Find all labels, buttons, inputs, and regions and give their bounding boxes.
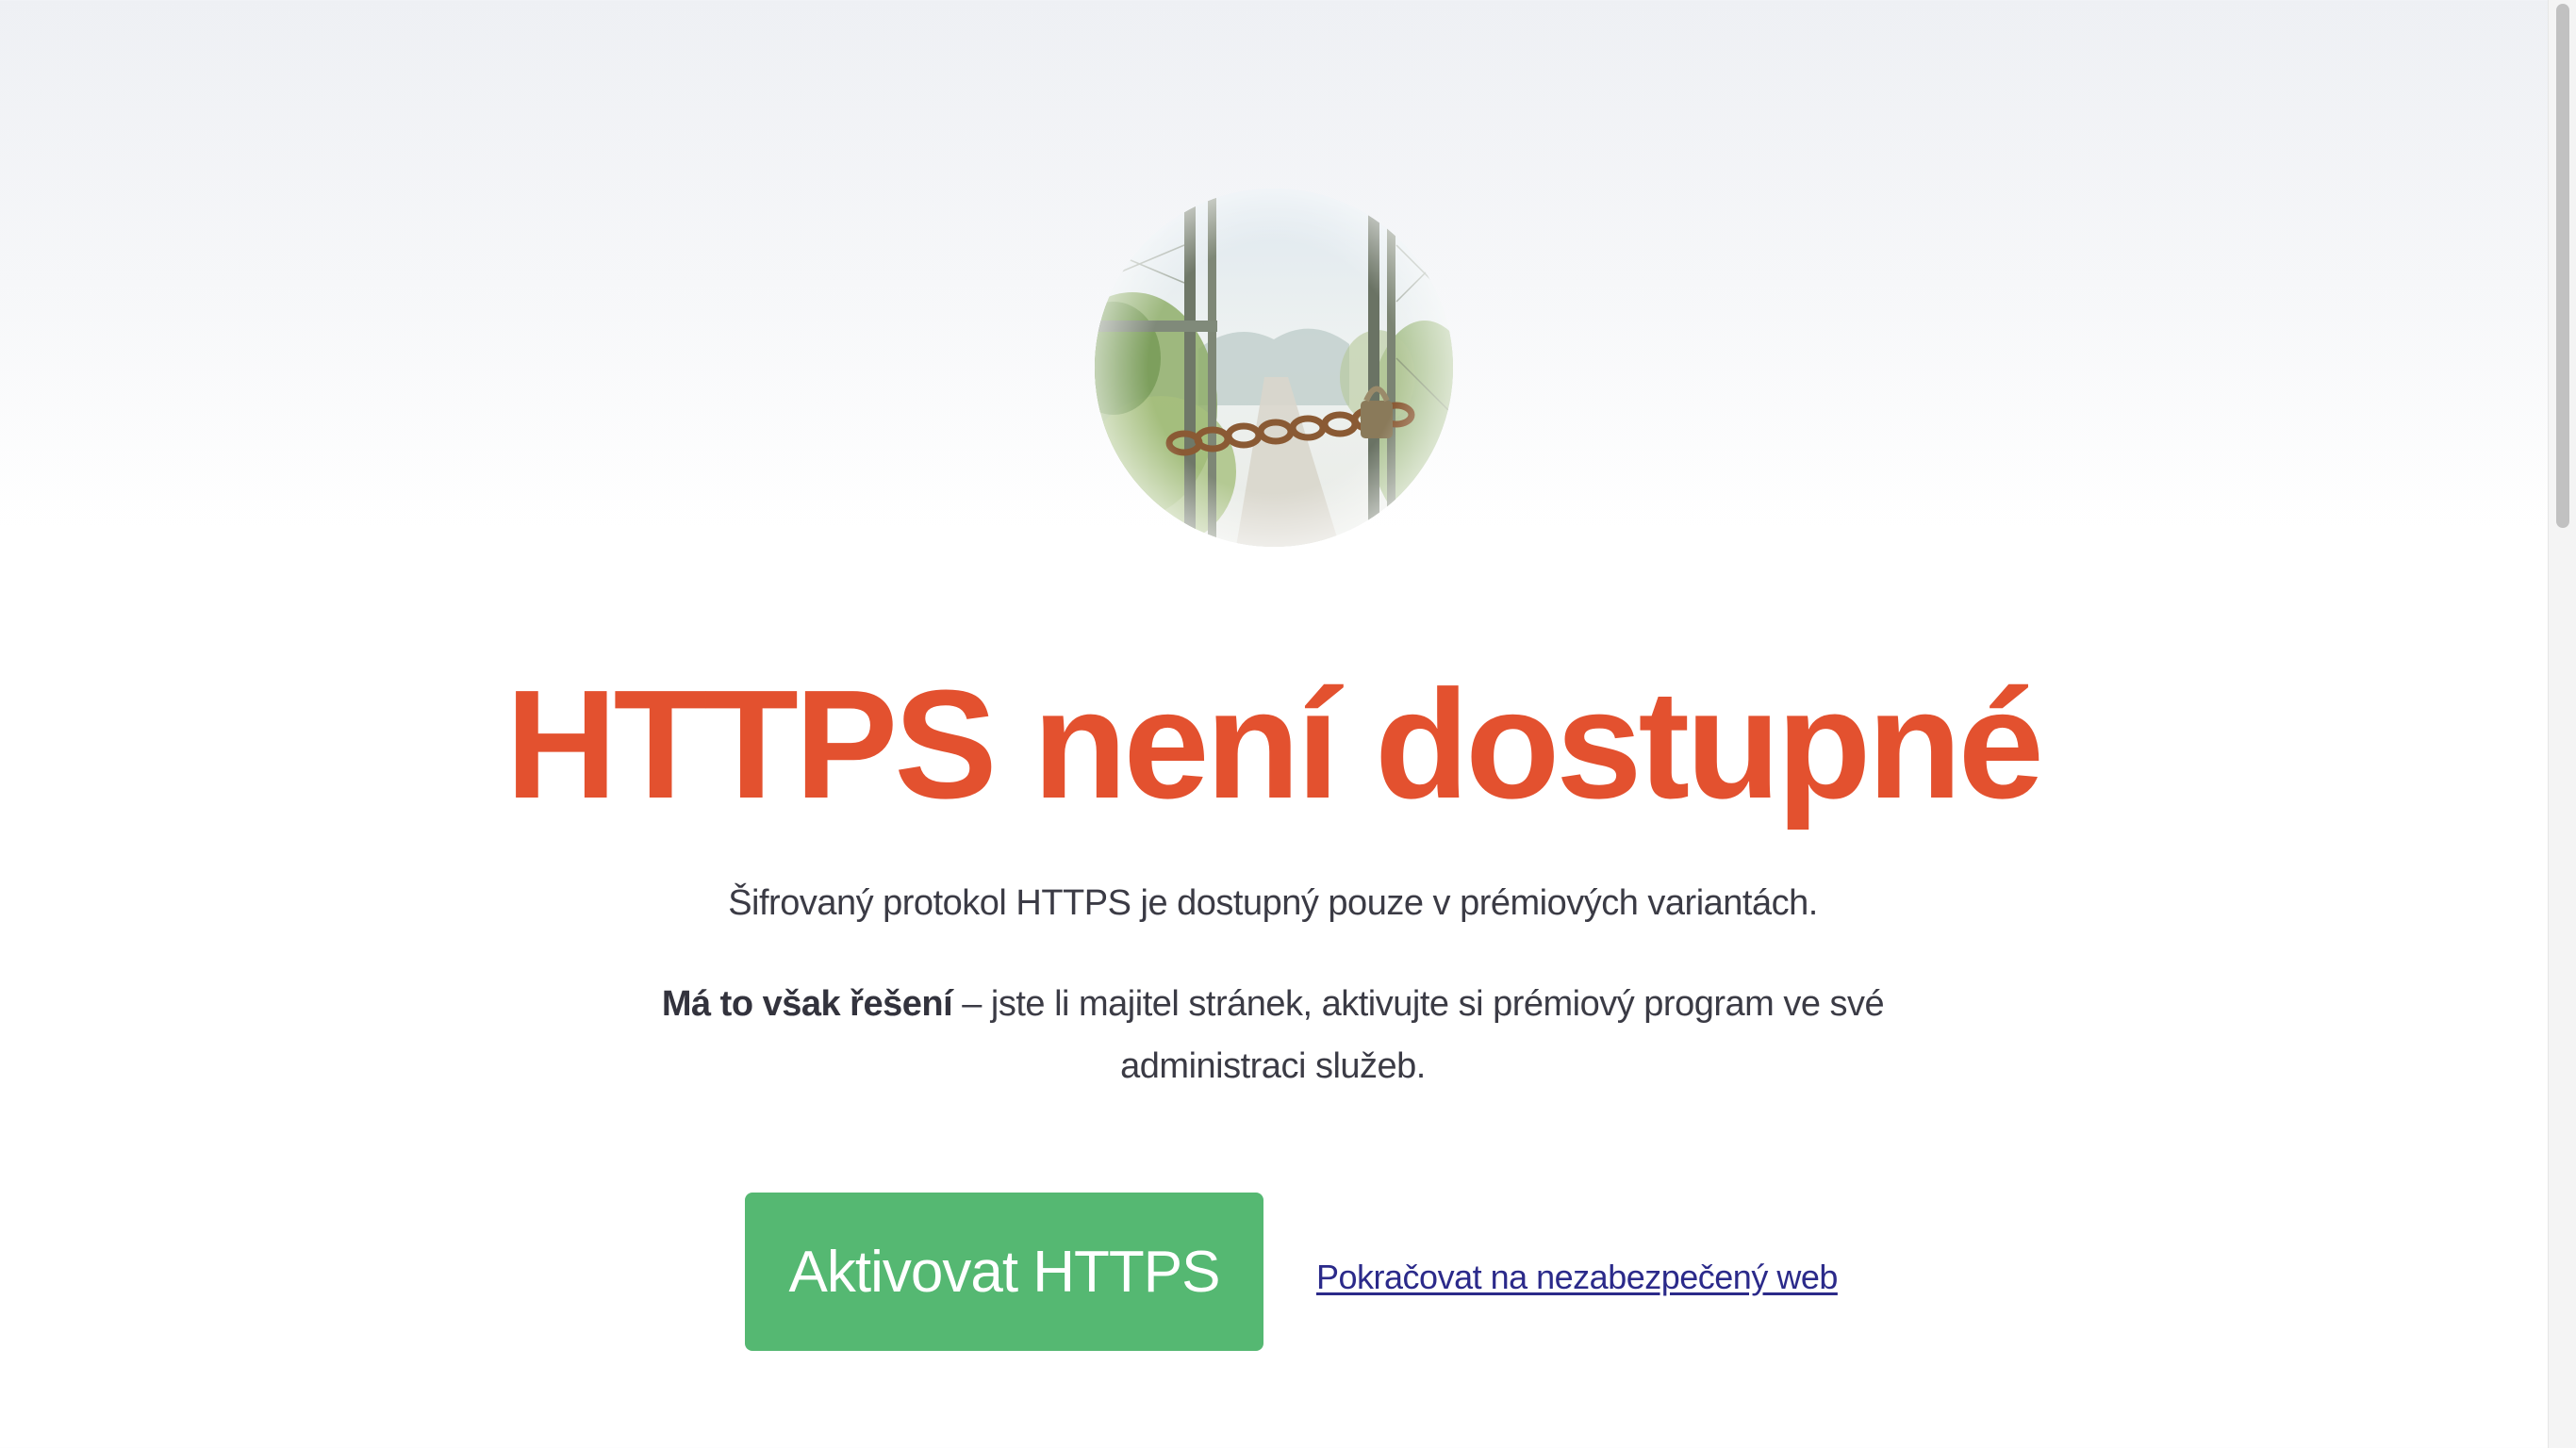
scrollbar-thumb[interactable] xyxy=(2556,4,2569,528)
locked-gate-image xyxy=(1095,189,1453,547)
solution-rest: – jste li majitel stránek, aktivujte si … xyxy=(952,984,1885,1086)
vertical-scrollbar[interactable] xyxy=(2548,0,2576,1448)
activate-https-button[interactable]: Aktivovat HTTPS xyxy=(745,1193,1263,1351)
continue-insecure-link[interactable]: Pokračovat na nezabezpečený web xyxy=(1316,1254,1838,1301)
page-title: HTTPS není dostupné xyxy=(505,658,2044,831)
solution-text: Má to však řešení – jste li majitel strá… xyxy=(575,973,1971,1097)
padlock-chain-icon xyxy=(1095,189,1453,547)
page: HTTPS není dostupné Šifrovaný protokol H… xyxy=(0,0,2546,1448)
lead-text: Šifrovaný protokol HTTPS je dostupný pou… xyxy=(728,883,1818,923)
solution-bold: Má to však řešení xyxy=(661,984,953,1024)
